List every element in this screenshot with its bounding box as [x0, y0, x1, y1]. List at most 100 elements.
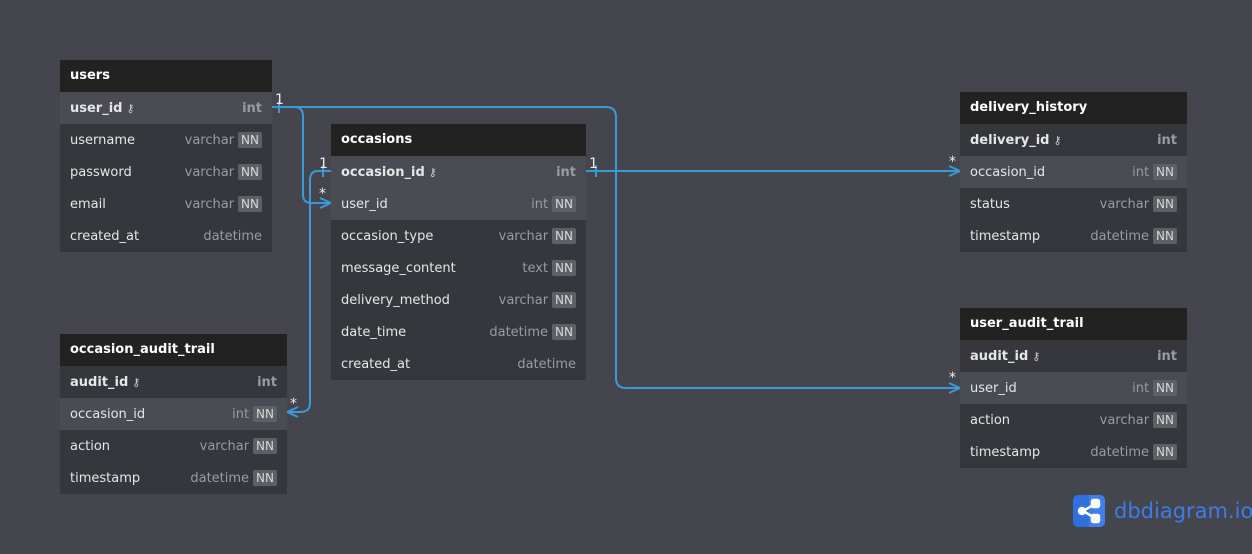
column-name: timestamp — [970, 228, 1041, 244]
cardinality-many: * — [949, 370, 956, 386]
cardinality-many: * — [949, 154, 956, 170]
column-type: varchar — [498, 292, 549, 308]
key-icon: ⚷ — [126, 101, 135, 115]
column-name: user_id — [341, 196, 388, 212]
key-icon: ⚷ — [1053, 133, 1062, 147]
column-type: varchar — [184, 132, 235, 148]
rel-occasions-audit — [287, 170, 331, 413]
key-icon: ⚷ — [428, 165, 437, 179]
column-type: varchar — [199, 438, 250, 454]
not-null-badge: NN — [253, 470, 277, 486]
table-row[interactable]: email varchar NN — [60, 188, 272, 220]
column-type: varchar — [184, 196, 235, 212]
table-row[interactable]: timestamp datetime NN — [960, 220, 1187, 252]
table-row[interactable]: date_time datetime NN — [331, 316, 586, 348]
column-type: varchar — [1099, 412, 1150, 428]
table-occasion-audit-trail[interactable]: occasion_audit_trail audit_id ⚷ int occas… — [60, 334, 287, 494]
table-row[interactable]: timestamp datetime NN — [960, 436, 1187, 468]
table-row[interactable]: delivery_method varchar NN — [331, 284, 586, 316]
column-name: timestamp — [970, 444, 1041, 460]
column-name: status — [970, 196, 1010, 212]
not-null-badge: NN — [253, 438, 277, 454]
table-row[interactable]: occasion_id int NN — [60, 398, 287, 430]
not-null-badge: NN — [253, 406, 277, 422]
column-name: action — [970, 412, 1011, 428]
column-name: occasion_id — [341, 164, 425, 180]
not-null-badge: NN — [552, 324, 576, 340]
table-header[interactable]: delivery_history — [960, 92, 1187, 124]
column-type: varchar — [1099, 196, 1150, 212]
table-row[interactable]: audit_id ⚷ int — [60, 366, 287, 398]
brand-name: dbdiagram — [1114, 499, 1228, 523]
column-type: datetime — [489, 324, 549, 340]
table-row[interactable]: user_id int NN — [331, 188, 586, 220]
column-type: varchar — [184, 164, 235, 180]
not-null-badge: NN — [1153, 412, 1177, 428]
key-icon: ⚷ — [1032, 349, 1041, 363]
dbdiagram-logo[interactable]: dbdiagram.io — [1073, 495, 1252, 527]
table-row[interactable]: timestamp datetime NN — [60, 462, 287, 494]
table-row[interactable]: message_content text NN — [331, 252, 586, 284]
not-null-badge: NN — [1153, 228, 1177, 244]
table-delivery-history[interactable]: delivery_history delivery_id ⚷ int occasi… — [960, 92, 1187, 252]
column-type: datetime — [203, 228, 262, 244]
not-null-badge: NN — [238, 196, 262, 212]
not-null-badge: NN — [552, 228, 576, 244]
column-name: delivery_method — [341, 292, 450, 308]
column-type: int — [1132, 380, 1150, 396]
column-type: varchar — [498, 228, 549, 244]
cardinality-one: 1 — [589, 156, 598, 172]
table-header[interactable]: occasions — [331, 124, 586, 156]
table-row[interactable]: created_at datetime — [60, 220, 272, 252]
column-type: datetime — [517, 356, 576, 372]
column-type: int — [531, 196, 549, 212]
cardinality-one: 1 — [319, 156, 328, 172]
table-row[interactable]: created_at datetime — [331, 348, 586, 380]
not-null-badge: NN — [1153, 196, 1177, 212]
table-row[interactable]: user_id int NN — [960, 372, 1187, 404]
column-type: int — [242, 100, 262, 116]
share-icon — [1073, 495, 1105, 527]
not-null-badge: NN — [238, 132, 262, 148]
column-name: password — [70, 164, 132, 180]
table-row[interactable]: audit_id ⚷ int — [960, 340, 1187, 372]
column-name: date_time — [341, 324, 407, 340]
column-name: created_at — [70, 228, 140, 244]
table-row[interactable]: occasion_type varchar NN — [331, 220, 586, 252]
column-name: username — [70, 132, 135, 148]
table-row[interactable]: password varchar NN — [60, 156, 272, 188]
column-name: occasion_id — [70, 406, 146, 422]
column-type: datetime — [190, 470, 250, 486]
table-header[interactable]: user_audit_trail — [960, 308, 1187, 340]
table-row[interactable]: status varchar NN — [960, 188, 1187, 220]
table-occasions[interactable]: occasions occasion_id ⚷ int user_id int NN… — [331, 124, 586, 380]
table-row[interactable]: occasion_id int NN — [960, 156, 1187, 188]
table-row[interactable]: action varchar NN — [60, 430, 287, 462]
cardinality-many: * — [319, 186, 326, 202]
table-row[interactable]: delivery_id ⚷ int — [960, 124, 1187, 156]
table-header[interactable]: occasion_audit_trail — [60, 334, 287, 366]
table-row[interactable]: username varchar NN — [60, 124, 272, 156]
column-name: delivery_id — [970, 132, 1050, 148]
column-name: email — [70, 196, 106, 212]
not-null-badge: NN — [552, 260, 576, 276]
column-name: audit_id — [70, 374, 129, 390]
column-name: occasion_type — [341, 228, 434, 244]
column-name: timestamp — [70, 470, 141, 486]
cardinality-one: 1 — [275, 92, 284, 108]
table-users[interactable]: users user_id ⚷ int username varchar NN pa… — [60, 60, 272, 252]
column-name: user_id — [70, 100, 123, 116]
column-type: int — [1157, 132, 1177, 148]
table-header[interactable]: users — [60, 60, 272, 92]
column-type: datetime — [1090, 444, 1150, 460]
not-null-badge: NN — [552, 196, 576, 212]
column-name: action — [70, 438, 111, 454]
table-row[interactable]: occasion_id ⚷ int — [331, 156, 586, 188]
not-null-badge: NN — [1153, 164, 1177, 180]
not-null-badge: NN — [1153, 380, 1177, 396]
column-type: text — [522, 260, 549, 276]
column-type: int — [1132, 164, 1150, 180]
table-user-audit-trail[interactable]: user_audit_trail audit_id ⚷ int user_id i… — [960, 308, 1187, 468]
table-row[interactable]: action varchar NN — [960, 404, 1187, 436]
table-row[interactable]: user_id ⚷ int — [60, 92, 272, 124]
